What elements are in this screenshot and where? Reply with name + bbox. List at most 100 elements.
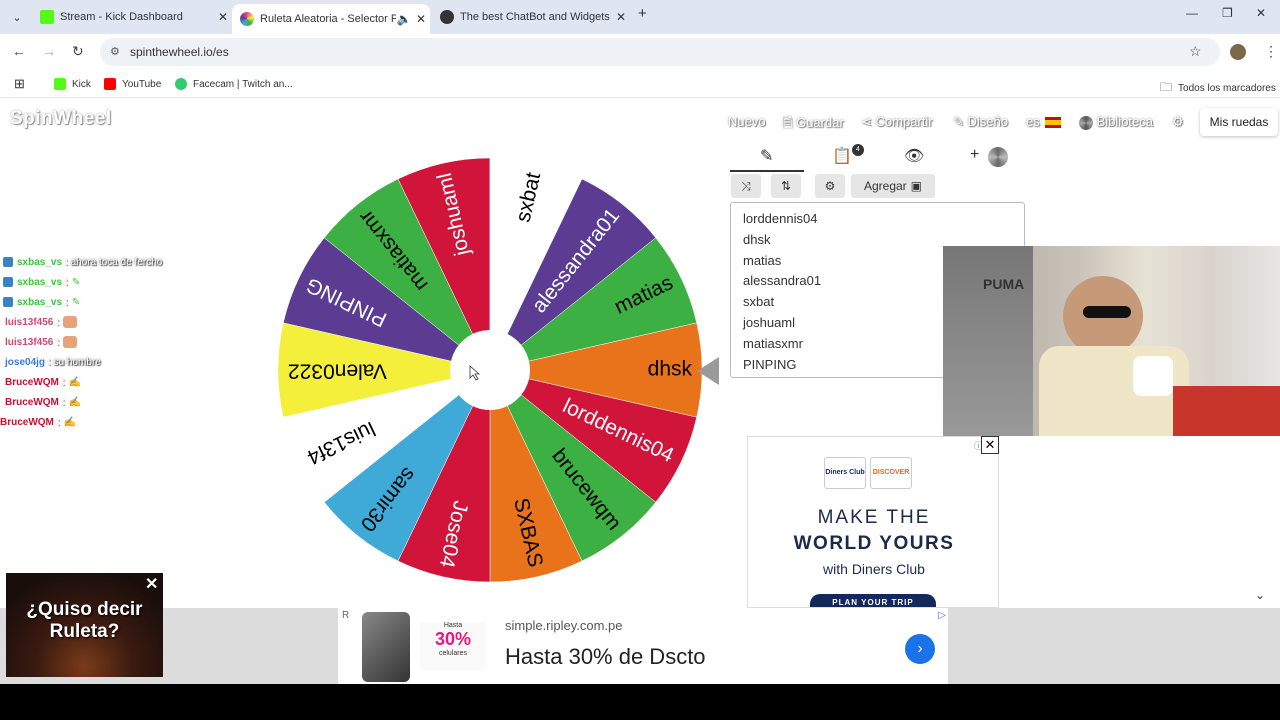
chat-text: :: [65, 296, 68, 308]
discover-card: DISCOVER: [870, 457, 912, 489]
agregar-image-button[interactable]: Agregar ▣: [851, 174, 935, 198]
emote-icon: ✍: [68, 396, 82, 408]
results-clipboard-icon[interactable]: 📋: [832, 146, 852, 166]
url-input[interactable]: ⚙ spinthewheel.io/es: [100, 38, 1220, 66]
image-icon: ▣: [910, 179, 923, 193]
reload-icon[interactable]: ↻: [72, 43, 84, 60]
tab-title: Stream - Kick Dashboard: [60, 11, 183, 23]
back-icon[interactable]: ←: [12, 43, 26, 59]
chat-text: : ahora toca de fercho: [65, 256, 163, 268]
menu-guardar[interactable]: 🗎 Guardar: [782, 114, 844, 136]
tab-search-button[interactable]: ⌄: [6, 6, 28, 28]
menu-label: es: [1026, 114, 1040, 129]
webcam-controller: [1133, 356, 1173, 396]
ad-phone-image: [362, 612, 410, 682]
bookmark-facecam[interactable]: Facecam | Twitch an...: [175, 78, 293, 90]
save-icon: 🗎: [782, 115, 793, 130]
wheel-favicon-icon: [240, 12, 254, 26]
restore-icon[interactable]: ❐: [1222, 6, 1233, 20]
tab-title: Ruleta Aleatoria - Selector P: [260, 13, 396, 25]
all-bookmarks[interactable]: 🗀 Todos los marcadores: [1160, 78, 1276, 99]
chat-text: :: [56, 416, 60, 428]
new-tab-icon[interactable]: +: [638, 5, 647, 22]
emote-icon: ✎: [71, 276, 81, 288]
ad-headline: Hasta 30% de Dscto: [505, 644, 706, 669]
chat-username: BruceWQM: [5, 376, 59, 388]
settings-gear-icon[interactable]: ⚙: [1172, 114, 1184, 130]
emote-icon: ✍: [63, 416, 77, 428]
profile-avatar[interactable]: [1230, 44, 1246, 60]
ad-go-button[interactable]: ›: [905, 634, 935, 664]
menu-compartir[interactable]: ⋖ Compartir: [861, 114, 933, 130]
chat-username: BruceWQM: [5, 396, 59, 408]
spain-flag-icon: [1045, 117, 1062, 129]
tab-bar: ⌄ Stream - Kick Dashboard ✕ Ruleta Aleat…: [0, 0, 1280, 34]
menu-label: Guardar: [796, 115, 844, 130]
menu-biblioteca[interactable]: Biblioteca: [1079, 114, 1153, 130]
site-info-icon[interactable]: ⚙: [110, 38, 120, 66]
chat-text: :: [61, 396, 65, 408]
collapse-chevron-icon[interactable]: ⌄: [1255, 588, 1265, 602]
chatbot-favicon-icon: [440, 10, 454, 24]
tab-chatbot-widgets[interactable]: The best ChatBot and Widgets ✕: [432, 4, 630, 30]
close-tab-icon[interactable]: ✕: [612, 10, 630, 24]
emote-icon: ✎: [71, 296, 81, 308]
sort-button[interactable]: ⇅: [771, 174, 801, 198]
webcam-shirt-logo: PUMA: [983, 276, 1025, 292]
chat-message: luis13f456 :: [0, 332, 162, 352]
pencil-icon: ✎: [953, 114, 964, 129]
tab-ruleta-aleatoria[interactable]: Ruleta Aleatoria - Selector P 🔈 ✕: [232, 4, 430, 34]
shuffle-button[interactable]: ⤨: [731, 174, 761, 198]
mis-ruedas-button[interactable]: Mis ruedas: [1200, 108, 1278, 136]
bookmark-label: Kick: [72, 78, 91, 90]
menu-label: Biblioteca: [1096, 114, 1153, 129]
site-logo[interactable]: SpinWheel: [10, 108, 112, 130]
kick-icon: [54, 78, 66, 90]
ad-cta-button[interactable]: PLAN YOUR TRIP: [810, 594, 936, 607]
entry-settings-button[interactable]: ⚙: [815, 174, 845, 198]
menu-nuevo[interactable]: Nuevo: [728, 114, 766, 129]
roulette-close-icon[interactable]: ✕: [145, 574, 158, 594]
address-bar-row: ← → ↻ ⚙ spinthewheel.io/es ☆ ⋮: [0, 34, 1280, 70]
chat-text: :: [56, 316, 60, 328]
ad-card-logos: Diners Club DISCOVER: [824, 457, 912, 489]
diners-club-ad[interactable]: Diners Club DISCOVER MAKE THE WORLD YOUR…: [747, 436, 999, 608]
wheel-center-hub[interactable]: [450, 330, 530, 410]
forward-icon[interactable]: →: [42, 43, 56, 59]
chat-message: BruceWQM : ✍: [0, 392, 162, 412]
bookmark-youtube[interactable]: YouTube: [104, 78, 161, 90]
menu-diseno[interactable]: ✎ Diseño: [953, 114, 1008, 130]
share-icon: ⋖: [861, 114, 872, 129]
ripley-ad[interactable]: R ▷ Hasta 30% celulares simple.ripley.co…: [338, 608, 948, 684]
hide-eye-icon[interactable]: 👁: [904, 146, 924, 166]
close-tab-icon[interactable]: ✕: [214, 10, 232, 24]
facecam-icon: [175, 78, 187, 90]
bookmark-star-icon[interactable]: ☆: [1189, 43, 1202, 60]
emote-icon: ✍: [68, 376, 82, 388]
close-tab-icon[interactable]: ✕: [412, 12, 430, 26]
roulette-overlay: ✕ ¿Quiso decir Ruleta?: [6, 573, 163, 677]
tab-kick-dashboard[interactable]: Stream - Kick Dashboard ✕: [32, 4, 232, 30]
minimize-icon[interactable]: —: [1186, 6, 1198, 20]
url-text: spinthewheel.io/es: [130, 45, 229, 59]
apps-grid-icon[interactable]: ⊞: [14, 76, 25, 92]
kick-favicon-icon: [40, 10, 54, 24]
wheel-segment-label: dhsk: [648, 358, 693, 381]
speaker-icon[interactable]: 🔈: [396, 12, 412, 26]
chat-message: sxbas_vs : ✎: [0, 272, 162, 292]
chat-badge-icon: [3, 277, 13, 287]
menu-language[interactable]: es: [1026, 114, 1062, 129]
edit-pencil-icon[interactable]: ✎: [760, 146, 773, 166]
close-window-icon[interactable]: ✕: [1256, 6, 1266, 20]
more-menu-icon[interactable]: ⋮: [1264, 43, 1278, 60]
chat-username: luis13f456: [5, 316, 54, 328]
bookmark-kick[interactable]: Kick: [54, 78, 91, 90]
active-tab-underline: [730, 170, 804, 172]
emote-icon: [63, 336, 78, 348]
add-wheel-icon[interactable]: +: [970, 146, 979, 164]
ad-choices-icon[interactable]: ▷: [938, 610, 946, 621]
spin-wheel[interactable]: dhsklorddennis04brucewqmSXBASJose04samir…: [276, 156, 704, 584]
wheel-thumbnail-icon[interactable]: [988, 147, 1008, 167]
chat-message: BruceWQM : ✍: [0, 372, 162, 392]
ad-close-icon[interactable]: ✕: [981, 436, 999, 454]
